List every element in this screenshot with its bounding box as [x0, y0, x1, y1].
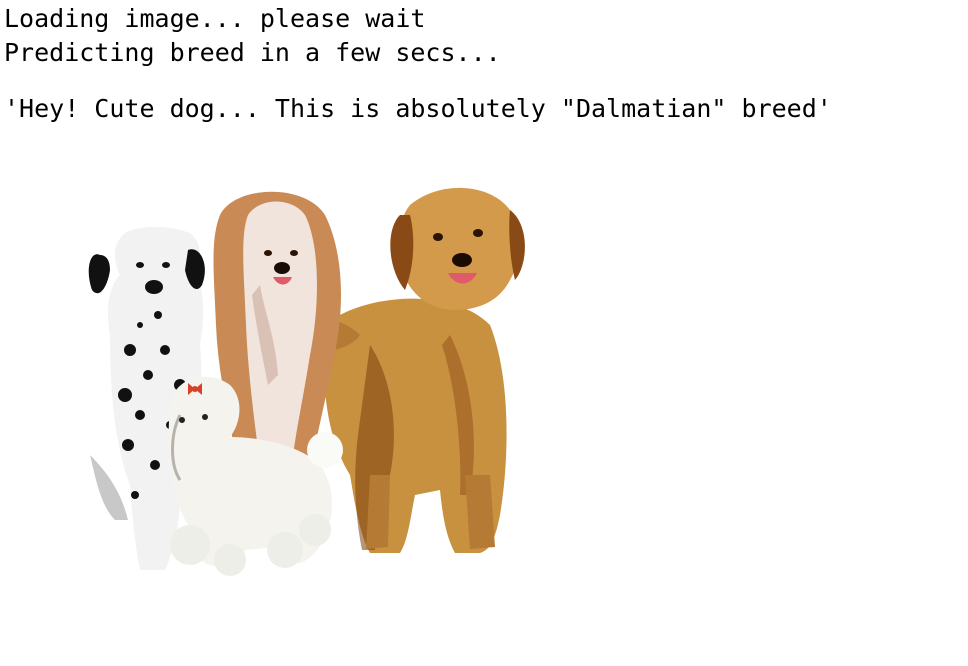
predicting-message: Predicting breed in a few secs... — [4, 38, 501, 67]
prediction-result: 'Hey! Cute dog... This is absolutely "Da… — [4, 94, 832, 123]
dogs-illustration — [88, 187, 525, 576]
loading-message: Loading image... please wait — [4, 4, 426, 33]
